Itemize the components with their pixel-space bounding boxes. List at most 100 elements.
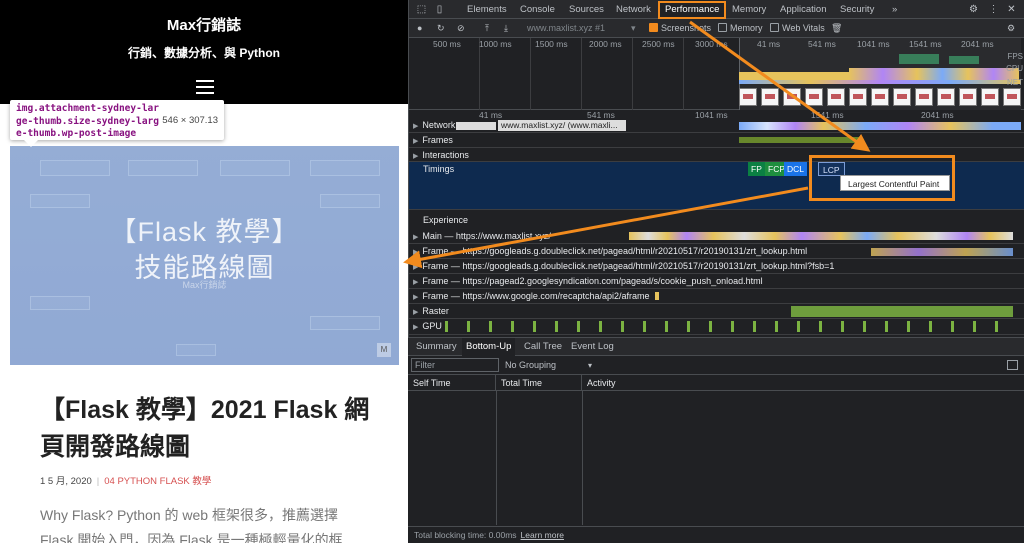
raster-track[interactable]: ▶ Raster — [409, 304, 1024, 319]
screenshots-checkbox[interactable]: Screenshots — [649, 19, 711, 38]
tab-sources[interactable]: Sources — [569, 0, 604, 19]
checkbox-checked-icon — [649, 23, 658, 32]
more-options-icon[interactable]: ⋮ — [987, 3, 1000, 16]
web-vitals-checkbox[interactable]: Web Vitals — [770, 19, 825, 38]
tab-memory[interactable]: Memory — [732, 0, 766, 19]
gpu-track-label: ▶ GPU — [413, 321, 442, 331]
experience-track[interactable]: Experience — [409, 213, 1024, 227]
network-chart — [739, 80, 1021, 84]
site-title[interactable]: Max行銷誌 — [0, 14, 408, 35]
upload-icon[interactable]: ⤒ — [485, 19, 489, 38]
web-page: Max行銷誌 行銷、數據分析、與 Python 【Flask 教學】 技能路線圖… — [0, 0, 408, 543]
interactions-track-label: ▶ Interactions — [413, 150, 469, 160]
inspect-element-icon[interactable]: ⬚ — [415, 3, 428, 16]
total-blocking-time: Total blocking time: 0.00ms — [414, 530, 517, 540]
capture-settings-icon[interactable]: ⚙ — [1007, 19, 1015, 38]
overview-tick: 1500 ms — [535, 39, 568, 49]
frames-track-label: ▶ Frames — [413, 135, 453, 145]
tab-network[interactable]: Network — [616, 0, 651, 19]
gpu-activity[interactable] — [445, 321, 1015, 332]
tab-application[interactable]: Application — [780, 0, 826, 19]
learn-more-link[interactable]: Learn more — [521, 530, 564, 540]
clear-icon[interactable]: ⊘ — [457, 19, 465, 38]
chevron-down-icon[interactable]: ▾ — [631, 19, 636, 38]
image-title-line1: 【Flask 教學】 — [109, 217, 300, 247]
column-divider — [582, 391, 583, 525]
overview-tick: 2500 ms — [642, 39, 675, 49]
tab-security[interactable]: Security — [840, 0, 874, 19]
timeline-overview[interactable]: 500 ms 1000 ms 1500 ms 2000 ms 2500 ms 3… — [409, 38, 1024, 110]
overview-tick: 1041 ms — [857, 39, 890, 49]
hamburger-menu-icon[interactable] — [196, 80, 214, 94]
network-request-main[interactable]: www.maxlist.xyz/ (www.maxli... — [498, 120, 626, 131]
frame-track-4[interactable]: ▶ Frame — https://www.google.com/recaptch… — [409, 289, 1024, 304]
dcl-marker[interactable]: DCL — [784, 162, 808, 176]
reload-record-icon[interactable]: ↻ — [437, 19, 445, 38]
frames-track[interactable]: ▶ Frames — [409, 133, 1024, 148]
tab-summary[interactable]: Summary — [412, 338, 461, 356]
tab-elements[interactable]: Elements — [467, 0, 507, 19]
device-toolbar-icon[interactable]: ▯ — [433, 3, 446, 16]
download-icon[interactable]: ⤓ — [504, 19, 508, 38]
frame-track-4-label: ▶ Frame — https://www.google.com/recaptch… — [413, 291, 650, 301]
post-meta: 1 5 月, 2020 | 04 PYTHON FLASK 教學 — [40, 473, 211, 487]
frame-track-3-label: ▶ Frame — https://pagead2.googlesyndicati… — [413, 276, 763, 286]
frame-1-activity[interactable] — [871, 248, 1013, 256]
post-title[interactable]: 【Flask 教學】2021 Flask 網頁開發路線圖 — [40, 392, 390, 466]
network-request-bar[interactable] — [456, 122, 496, 130]
tab-call-tree[interactable]: Call Tree — [520, 338, 566, 356]
image-corner-logo: M — [377, 343, 391, 357]
frame-track-3[interactable]: ▶ Frame — https://pagead2.googlesyndicati… — [409, 274, 1024, 289]
main-thread-track[interactable]: ▶ Main — https://www.maxlist.xyz/ — [409, 229, 1024, 244]
col-self-time[interactable]: Self Time — [408, 375, 496, 391]
memory-checkbox[interactable]: Memory — [718, 19, 763, 38]
raster-activity[interactable] — [791, 306, 1013, 317]
col-total-time[interactable]: Total Time — [496, 375, 582, 391]
filter-input[interactable]: Filter — [411, 358, 499, 372]
grouping-select[interactable]: No Grouping — [505, 356, 556, 375]
main-track-label: ▶ Main — https://www.maxlist.xyz/ — [413, 231, 551, 241]
main-thread-activity[interactable] — [629, 232, 1013, 240]
timeline-tick: 41 ms — [479, 110, 503, 120]
tab-event-log[interactable]: Event Log — [567, 338, 618, 356]
overview-tick: 3000 ms — [695, 39, 728, 49]
lcp-highlight-box — [809, 155, 955, 201]
tab-bottom-up[interactable]: Bottom-Up — [462, 338, 516, 356]
frames-bar — [739, 137, 859, 143]
site-header: Max行銷誌 行銷、數據分析、與 Python — [0, 0, 408, 104]
post-featured-image[interactable]: 【Flask 教學】 技能路線圖 Max行銷誌 M — [10, 146, 399, 365]
overview-tick: 2000 ms — [589, 39, 622, 49]
gpu-track[interactable]: ▶ GPU — [409, 319, 1024, 335]
overview-tick: 1541 ms — [909, 39, 942, 49]
network-track[interactable]: ▶ Network www.maxlist.xyz/ (www.maxli... — [409, 120, 1024, 133]
trash-icon[interactable]: 🗑 — [831, 19, 842, 38]
bottom-tabs: Summary Bottom-Up Call Tree Event Log — [408, 338, 1024, 356]
recording-select[interactable]: www.maxlist.xyz #1 — [527, 19, 605, 38]
cpu-chart — [739, 66, 1021, 80]
overview-tick: 41 ms — [757, 39, 781, 49]
close-icon[interactable]: ✕ — [1005, 3, 1018, 16]
fps-chart — [739, 52, 1021, 66]
network-requests-bar[interactable] — [739, 122, 1021, 130]
settings-gear-icon[interactable]: ⚙ — [967, 3, 980, 16]
chevron-down-icon[interactable]: ▾ — [588, 356, 592, 375]
tooltip-arrow — [24, 140, 38, 147]
screenshots-strip — [739, 86, 1021, 108]
devtools-tabbar: ⬚ ▯ Elements Console Sources Network Per… — [409, 0, 1024, 19]
sidebar-toggle-icon[interactable] — [1007, 360, 1018, 370]
meta-separator: | — [96, 476, 100, 487]
frame-4-activity[interactable] — [655, 292, 659, 300]
net-label: NET — [1007, 78, 1023, 87]
frame-track-2[interactable]: ▶ Frame — https://googleads.g.doubleclick… — [409, 259, 1024, 274]
fp-marker[interactable]: FP — [748, 162, 765, 176]
record-icon[interactable]: ● — [417, 19, 422, 38]
more-tabs-icon[interactable]: » — [892, 0, 897, 19]
tab-console[interactable]: Console — [520, 0, 555, 19]
performance-tab-highlight — [658, 1, 726, 19]
post-category-link[interactable]: 04 PYTHON FLASK 教學 — [104, 476, 211, 487]
frame-track-1[interactable]: ▶ Frame — https://googleads.g.doubleclick… — [409, 244, 1024, 259]
frame-track-1-label: ▶ Frame — https://googleads.g.doubleclick… — [413, 246, 808, 256]
col-activity[interactable]: Activity — [582, 375, 1024, 391]
cpu-label: CPU — [1006, 64, 1023, 73]
timeline-tick: 1541 ms — [811, 110, 844, 120]
